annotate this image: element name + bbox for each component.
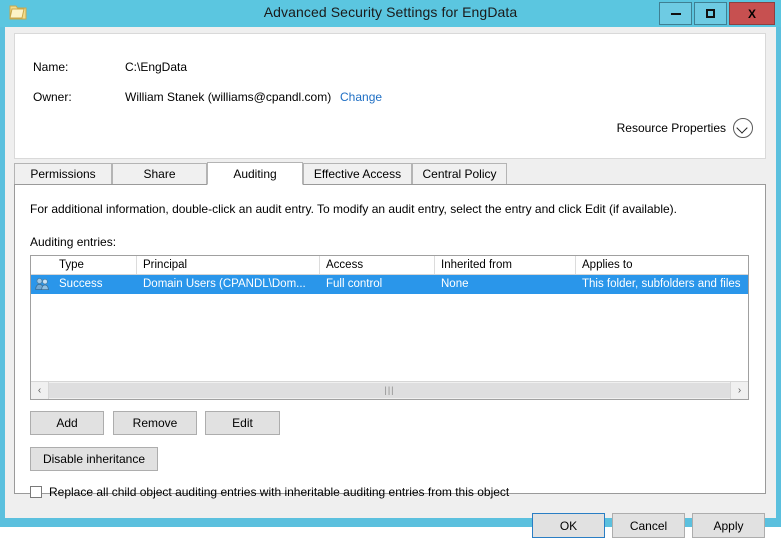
title-bar: Advanced Security Settings for EngData X xyxy=(0,0,781,27)
scroll-right-icon[interactable]: › xyxy=(730,382,748,399)
scroll-left-icon[interactable]: ‹ xyxy=(31,382,49,399)
table-row[interactable]: Success Domain Users (CPANDL\Dom... Full… xyxy=(31,275,748,294)
advanced-security-settings-window: Advanced Security Settings for EngData X… xyxy=(0,0,781,538)
tab-auditing[interactable]: Auditing xyxy=(207,162,303,185)
ok-button[interactable]: OK xyxy=(532,513,605,538)
cell-access: Full control xyxy=(326,278,383,290)
tab-share-label: Share xyxy=(143,167,176,181)
tab-effective-access[interactable]: Effective Access xyxy=(303,163,412,185)
resource-properties-label: Resource Properties xyxy=(616,121,726,135)
edit-button-label: Edit xyxy=(232,416,253,430)
scrollbar-grip-icon: ||| xyxy=(384,385,395,395)
apply-button[interactable]: Apply xyxy=(692,513,765,538)
auditing-tab-panel: For additional information, double-click… xyxy=(14,184,766,499)
minimize-button[interactable] xyxy=(659,2,692,25)
close-icon: X xyxy=(747,6,756,21)
client-area: Name: C:\EngData Owner: William Stanek (… xyxy=(5,27,776,538)
tab-strip: Permissions Share Auditing Effective Acc… xyxy=(14,162,766,185)
maximize-button[interactable] xyxy=(694,2,727,25)
disable-inheritance-label: Disable inheritance xyxy=(42,452,146,466)
edit-button[interactable]: Edit xyxy=(205,411,280,435)
horizontal-scrollbar[interactable]: ‹ ||| › xyxy=(31,381,748,399)
resource-properties-expander[interactable]: Resource Properties xyxy=(617,118,753,138)
auditing-entries-label: Auditing entries: xyxy=(30,235,117,249)
column-header-principal[interactable]: Principal xyxy=(137,256,320,274)
tab-effective-access-label: Effective Access xyxy=(313,167,402,181)
owner-label: Owner: xyxy=(33,90,72,104)
column-header-type[interactable]: Type xyxy=(53,256,137,274)
cancel-button[interactable]: Cancel xyxy=(612,513,685,538)
cell-applies-to: This folder, subfolders and files xyxy=(582,278,741,290)
instruction-text: For additional information, double-click… xyxy=(30,202,677,216)
maximize-icon xyxy=(695,3,726,24)
ok-button-label: OK xyxy=(559,518,578,533)
tab-central-policy[interactable]: Central Policy xyxy=(412,163,507,185)
users-group-icon xyxy=(35,277,50,292)
add-button[interactable]: Add xyxy=(30,411,104,435)
cell-principal: Domain Users (CPANDL\Dom... xyxy=(143,278,306,290)
change-owner-link[interactable]: Change xyxy=(340,90,382,104)
minimize-icon xyxy=(660,3,691,24)
table-header-row: Type Principal Access Inherited from App… xyxy=(31,256,748,275)
name-value: C:\EngData xyxy=(125,60,188,74)
tab-auditing-label: Auditing xyxy=(233,166,277,181)
name-label: Name: xyxy=(33,60,69,74)
replace-child-entries-checkbox[interactable] xyxy=(30,486,42,498)
tab-permissions-label: Permissions xyxy=(30,167,96,181)
replace-child-entries-label: Replace all child object auditing entrie… xyxy=(49,485,510,499)
remove-button-label: Remove xyxy=(132,416,178,430)
add-button-label: Add xyxy=(56,416,78,430)
cell-type: Success xyxy=(59,278,103,290)
scrollbar-thumb[interactable]: ||| xyxy=(49,383,730,398)
window-controls: X xyxy=(657,2,775,25)
close-button[interactable]: X xyxy=(729,2,775,25)
cancel-button-label: Cancel xyxy=(629,518,668,533)
column-header-applies-to[interactable]: Applies to xyxy=(576,256,748,274)
column-header-inherited-from[interactable]: Inherited from xyxy=(435,256,576,274)
disable-inheritance-button[interactable]: Disable inheritance xyxy=(30,447,158,471)
apply-button-label: Apply xyxy=(713,518,744,533)
column-header-access[interactable]: Access xyxy=(320,256,435,274)
remove-button[interactable]: Remove xyxy=(113,411,197,435)
tab-permissions[interactable]: Permissions xyxy=(14,163,112,185)
replace-child-entries-row[interactable]: Replace all child object auditing entrie… xyxy=(30,485,509,499)
object-info-panel: Name: C:\EngData Owner: William Stanek (… xyxy=(14,33,766,159)
chevron-down-circle-icon xyxy=(733,118,753,138)
tab-share[interactable]: Share xyxy=(112,163,207,185)
owner-value: William Stanek (williams@cpandl.com) xyxy=(125,90,332,104)
cell-inherited-from: None xyxy=(441,278,469,290)
auditing-entries-list[interactable]: Type Principal Access Inherited from App… xyxy=(30,255,749,400)
tab-central-policy-label: Central Policy xyxy=(422,167,497,181)
